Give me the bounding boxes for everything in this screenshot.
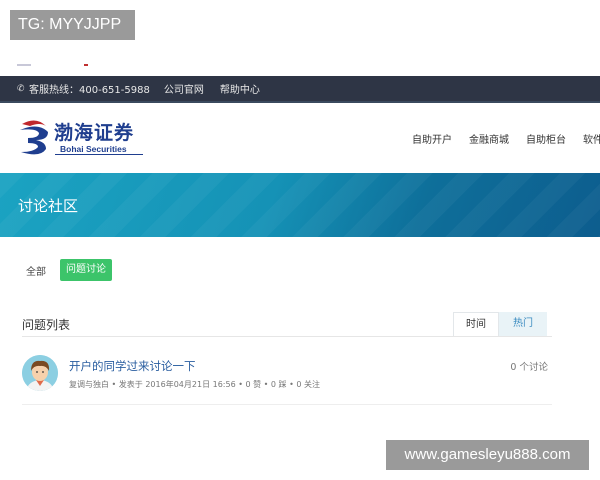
page-title: 讨论社区 — [18, 197, 79, 215]
filter-question-discussion[interactable]: 问题讨论 — [60, 259, 112, 281]
item-divider — [22, 404, 552, 405]
watermark-bottom: www.gamesleyu888.com — [386, 440, 589, 470]
nav-item-self-counter[interactable]: 自助柜台 — [526, 131, 566, 146]
hotline-text: 客服热线：400-651-5988 — [29, 85, 150, 96]
list-divider — [22, 336, 552, 337]
list-item: 开户的同学过来讨论一下 复调与独白 • 发表于 2016年04月21日 16:5… — [22, 352, 552, 404]
watermark-top: TG: MYYJJPP — [10, 10, 135, 40]
phone-icon: ✆ — [17, 83, 25, 94]
bohai-logo-mark-icon — [20, 120, 48, 155]
question-meta: 复调与独白 • 发表于 2016年04月21日 16:56 • 0 赞 • 0 … — [69, 380, 320, 389]
page-banner: 讨论社区 — [0, 173, 600, 237]
category-filters: 全部 问题讨论 — [26, 259, 112, 281]
link-help-center[interactable]: 帮助中心 — [220, 81, 260, 96]
logo-underline — [55, 154, 143, 155]
nav-item-finance-mall[interactable]: 金融商城 — [469, 131, 509, 146]
question-list-title: 问题列表 — [22, 318, 71, 332]
cropped-mark — [17, 64, 31, 66]
top-bar: ✆ 客服热线：400-651-5988 公司官网 帮助中心 — [0, 76, 600, 101]
avatar[interactable] — [22, 355, 58, 391]
nav-item-self-open-account[interactable]: 自助开户 — [412, 131, 452, 146]
nav-item-software[interactable]: 软件 — [583, 131, 600, 146]
main-nav: 自助开户 金融商城 自助柜台 软件 — [412, 131, 600, 146]
tab-hot[interactable]: 热门 — [499, 312, 547, 336]
sort-tabs: 时间 热门 — [453, 312, 547, 336]
link-official-site[interactable]: 公司官网 — [164, 81, 204, 96]
cropped-mark-red — [84, 64, 88, 66]
tab-time[interactable]: 时间 — [453, 312, 499, 336]
site-header: 渤海证券 Bohai Securities 自助开户 金融商城 自助柜台 软件 — [0, 103, 600, 173]
question-title-link[interactable]: 开户的同学过来讨论一下 — [69, 358, 196, 374]
filter-all[interactable]: 全部 — [26, 263, 46, 278]
bohai-logo[interactable]: 渤海证券 Bohai Securities — [18, 118, 144, 160]
user-avatar-icon — [22, 355, 58, 391]
discussion-count[interactable]: 0 个讨论 — [510, 359, 548, 373]
logo-name-en: Bohai Securities — [60, 144, 127, 154]
logo-name-cn: 渤海证券 — [54, 122, 135, 144]
